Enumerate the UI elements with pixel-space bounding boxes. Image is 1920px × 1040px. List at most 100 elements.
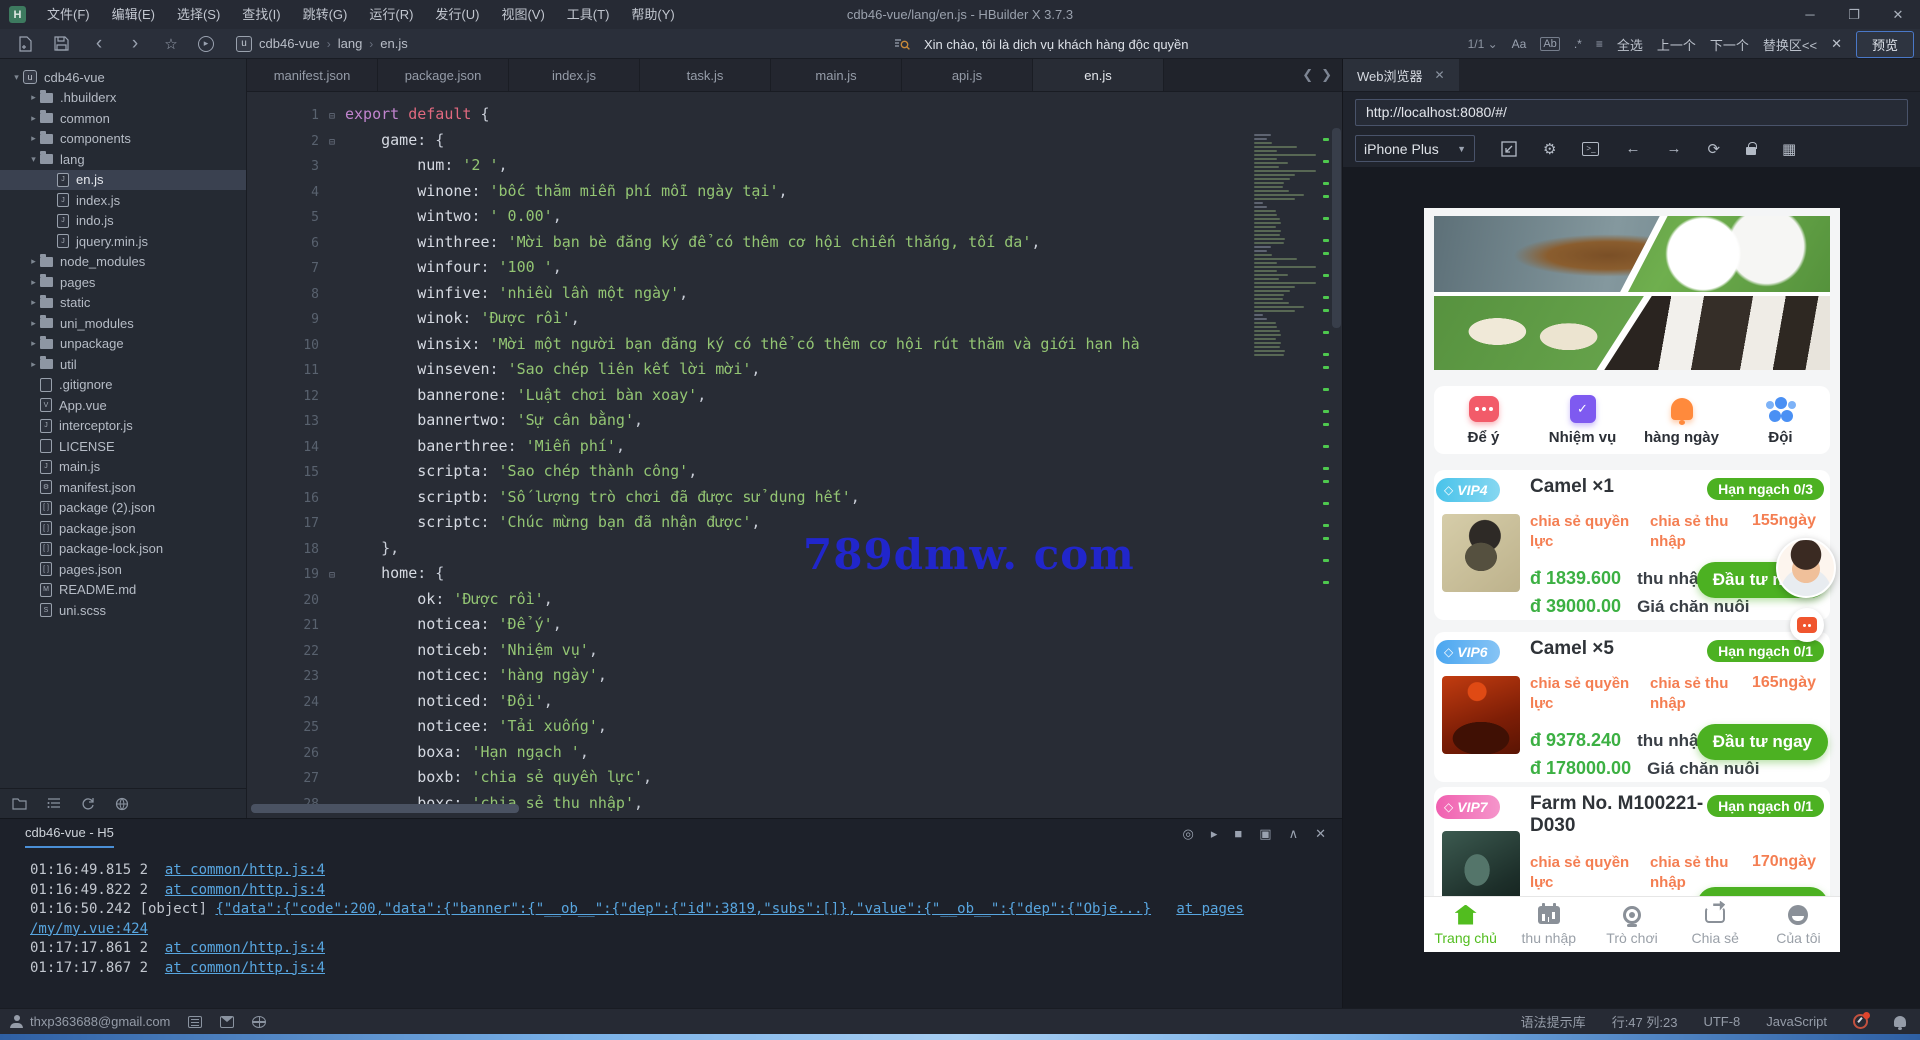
breadcrumb-folder[interactable]: lang <box>338 36 363 51</box>
forward-icon[interactable]: › <box>126 33 144 55</box>
device-select[interactable]: iPhone Plus ▼ <box>1355 135 1475 162</box>
tree-item[interactable]: V App.vue <box>0 395 246 416</box>
invest-button[interactable]: Đầu tư ngay <box>1696 724 1828 760</box>
tree-item[interactable]: ▸ pages <box>0 272 246 293</box>
back-arrow-icon[interactable]: ← <box>1625 140 1640 157</box>
tree-item[interactable]: [ ] package.json <box>0 518 246 539</box>
close-button[interactable]: ✕ <box>1876 0 1920 29</box>
menu-item[interactable]: 查找(I) <box>231 0 291 29</box>
fold-icon[interactable]: ⊟ <box>329 563 345 589</box>
run-icon[interactable]: ▸ <box>198 35 214 52</box>
code-line[interactable]: 7 winfour: '100 ', <box>247 255 1342 281</box>
menu-item[interactable]: 文件(F) <box>36 0 101 29</box>
tree-item[interactable]: Jinterceptor.js <box>0 416 246 437</box>
tree-item[interactable]: ▸ .hbuilderx <box>0 88 246 109</box>
minimize-button[interactable]: ─ <box>1788 0 1832 29</box>
tree-item[interactable]: Jjquery.min.js <box>0 231 246 252</box>
tree-item[interactable]: ▸ node_modules <box>0 252 246 273</box>
quick-action-item[interactable]: hàng ngày <box>1632 386 1731 454</box>
menu-item[interactable]: 跳转(G) <box>292 0 359 29</box>
console-link[interactable]: at common/http.js:4 <box>165 940 325 956</box>
code-line[interactable]: 13 bannertwo: 'Sự cân bằng', <box>247 408 1342 434</box>
editor-tab[interactable]: manifest.json <box>247 59 378 91</box>
code-line[interactable]: 11 winseven: 'Sao chép liên kết lời mời'… <box>247 357 1342 383</box>
console-link[interactable]: at common/http.js:4 <box>165 960 325 976</box>
tree-item[interactable]: .gitignore <box>0 375 246 396</box>
clear-console-icon[interactable]: ✕ <box>1315 826 1326 842</box>
tree-item[interactable]: ▸ unpackage <box>0 334 246 355</box>
menu-item[interactable]: 运行(R) <box>358 0 424 29</box>
tree-item[interactable]: [ ] package-lock.json <box>0 539 246 560</box>
menu-item[interactable]: 编辑(E) <box>101 0 166 29</box>
console-link[interactable]: at pages <box>1176 901 1243 917</box>
find-previous-button[interactable]: 上一个 <box>1657 35 1696 54</box>
code-line[interactable]: 8 winfive: 'nhiều lần một ngày', <box>247 281 1342 307</box>
code-line[interactable]: 16 scriptb: 'Số lượng trò chơi đã được s… <box>247 485 1342 511</box>
find-next-button[interactable]: 下一个 <box>1710 35 1749 54</box>
fold-icon[interactable]: ⊟ <box>329 130 345 156</box>
globe-icon[interactable] <box>115 797 129 811</box>
performance-gauge-icon[interactable] <box>1853 1012 1870 1029</box>
code-line[interactable]: 22 noticeb: 'Nhiệm vụ', <box>247 638 1342 664</box>
tree-item[interactable]: Jen.js <box>0 169 246 190</box>
nav-item[interactable]: Trang chủ <box>1424 897 1507 952</box>
close-find-icon[interactable]: ✕ <box>1831 36 1842 52</box>
tree-item[interactable]: ▸ static <box>0 293 246 314</box>
syntax-library-label[interactable]: 语法提示库 <box>1521 1012 1586 1031</box>
customer-service-avatar[interactable] <box>1776 538 1836 598</box>
tab-scroll-right-icon[interactable]: ❯ <box>1321 67 1332 83</box>
banner-image-grid[interactable] <box>1434 216 1830 370</box>
new-file-icon[interactable] <box>18 35 36 52</box>
regex-icon[interactable]: .* <box>1574 37 1582 51</box>
tree-item[interactable]: LICENSE <box>0 436 246 457</box>
code-area[interactable]: 1 ⊟ export default {2 ⊟ game: {3 num: '2 ',… <box>247 92 1342 818</box>
editor-tab[interactable]: package.json <box>378 59 509 91</box>
menu-item[interactable]: 选择(S) <box>166 0 231 29</box>
code-line[interactable]: 1 ⊟ export default { <box>247 102 1342 128</box>
vertical-scrollbar[interactable] <box>1332 128 1341 328</box>
tab-scroll-left-icon[interactable]: ❮ <box>1302 67 1313 83</box>
tree-item[interactable]: ▸ uni_modules <box>0 313 246 334</box>
console-link[interactable]: at common/http.js:4 <box>165 882 325 898</box>
nav-item[interactable]: Của tôi <box>1757 897 1840 952</box>
tree-item[interactable]: ▸ common <box>0 108 246 129</box>
encoding-label[interactable]: UTF-8 <box>1703 1014 1740 1029</box>
vip-card[interactable]: ◇ VIP6 Camel ×5 Hạn ngạch 0/1 chia sẻ quyền … <box>1434 632 1830 782</box>
code-line[interactable]: 14 banerthree: 'Miễn phí', <box>247 434 1342 460</box>
code-line[interactable]: 25 noticee: 'Tải xuống', <box>247 714 1342 740</box>
code-line[interactable]: 6 winthree: 'Mời bạn bè đăng ký để có th… <box>247 230 1342 256</box>
network-icon[interactable] <box>252 1015 267 1028</box>
code-line[interactable]: 15 scripta: 'Sao chép thành công', <box>247 459 1342 485</box>
tree-item[interactable]: ▾ u cdb46-vue <box>0 67 246 88</box>
account-email[interactable]: thxp363688@gmail.com <box>30 1014 170 1029</box>
breadcrumb-project[interactable]: cdb46-vue <box>259 36 320 51</box>
favorite-icon[interactable]: ☆ <box>162 35 180 53</box>
code-line[interactable]: 10 winsix: 'Mời một người bạn đăng ký có… <box>247 332 1342 358</box>
tree-item[interactable]: ⚙ manifest.json <box>0 477 246 498</box>
code-line[interactable]: 21 noticea: 'Để ý', <box>247 612 1342 638</box>
code-line[interactable]: 23 noticec: 'hàng ngày', <box>247 663 1342 689</box>
code-line[interactable]: 12 bannerone: 'Luật chơi bàn xoay', <box>247 383 1342 409</box>
quick-action-item[interactable]: Đội <box>1731 386 1830 454</box>
editor-tab[interactable]: task.js <box>640 59 771 91</box>
code-line[interactable]: 24 noticed: 'Đội', <box>247 689 1342 715</box>
url-input[interactable]: http://localhost:8080/#/ <box>1355 99 1908 126</box>
menu-item[interactable]: 发行(U) <box>424 0 490 29</box>
fold-icon[interactable]: ⊟ <box>329 104 345 130</box>
find-query-input[interactable]: Xin chào, tôi là dịch vụ khách hàng độc … <box>924 37 1454 52</box>
tree-item[interactable]: M README.md <box>0 580 246 601</box>
forward-arrow-icon[interactable]: → <box>1666 140 1681 157</box>
language-mode-label[interactable]: JavaScript <box>1766 1014 1827 1029</box>
code-line[interactable]: 18 }, <box>247 536 1342 562</box>
code-line[interactable]: 9 winok: 'Được rồi', <box>247 306 1342 332</box>
code-line[interactable]: 20 ok: 'Được rồi', <box>247 587 1342 613</box>
find-in-console-icon[interactable]: ◎ <box>1183 826 1194 842</box>
settings-gear-icon[interactable]: ⚙ <box>1543 140 1556 158</box>
open-console-icon[interactable]: >_ <box>1582 141 1600 156</box>
menu-item[interactable]: 工具(T) <box>556 0 621 29</box>
console-link[interactable]: at common/http.js:4 <box>165 862 325 878</box>
filter-lines-icon[interactable]: ≡ <box>1596 37 1603 51</box>
nav-item[interactable]: Trò chơi <box>1590 897 1673 952</box>
collapse-console-icon[interactable]: ∧ <box>1289 826 1299 842</box>
code-line[interactable]: 26 boxa: 'Hạn ngạch ', <box>247 740 1342 766</box>
